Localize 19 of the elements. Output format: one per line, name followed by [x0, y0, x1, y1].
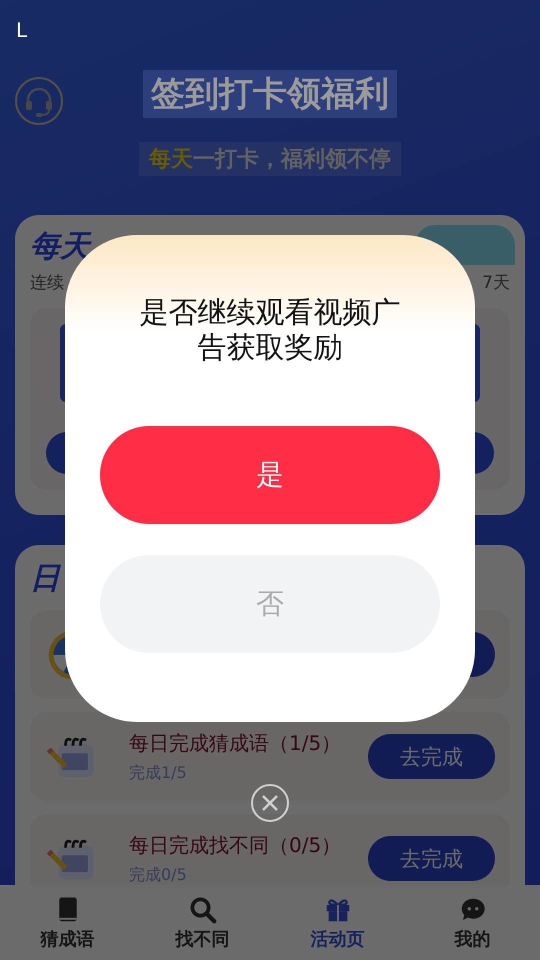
nav-tab[interactable]: 猜成语: [0, 885, 135, 960]
close-icon[interactable]: [250, 783, 290, 823]
nav-tab[interactable]: 活动页: [270, 885, 405, 960]
status-text: L: [16, 18, 28, 42]
complete-button[interactable]: 去完成: [368, 836, 495, 881]
task-title: 每日完成猜成语（1/5）: [129, 730, 342, 756]
card-title: 日: [30, 561, 62, 597]
streak-days: 7天: [482, 271, 510, 294]
complete-button[interactable]: 去完成: [368, 734, 495, 779]
page-title: 签到打卡领福利: [143, 70, 397, 118]
nav-tab[interactable]: 找不同: [135, 885, 270, 960]
streak-label: 连续: [30, 272, 64, 294]
search-icon: [188, 894, 218, 924]
confirm-button[interactable]: 是: [100, 426, 440, 524]
cancel-button[interactable]: 否: [100, 555, 440, 653]
nav-tab[interactable]: 我的: [405, 885, 540, 960]
card-title: 每天: [30, 228, 90, 266]
task-title: 每日完成找不同（0/5）: [129, 832, 342, 858]
dialog-message: 是否继续观看视频广告获取奖励: [138, 295, 402, 366]
